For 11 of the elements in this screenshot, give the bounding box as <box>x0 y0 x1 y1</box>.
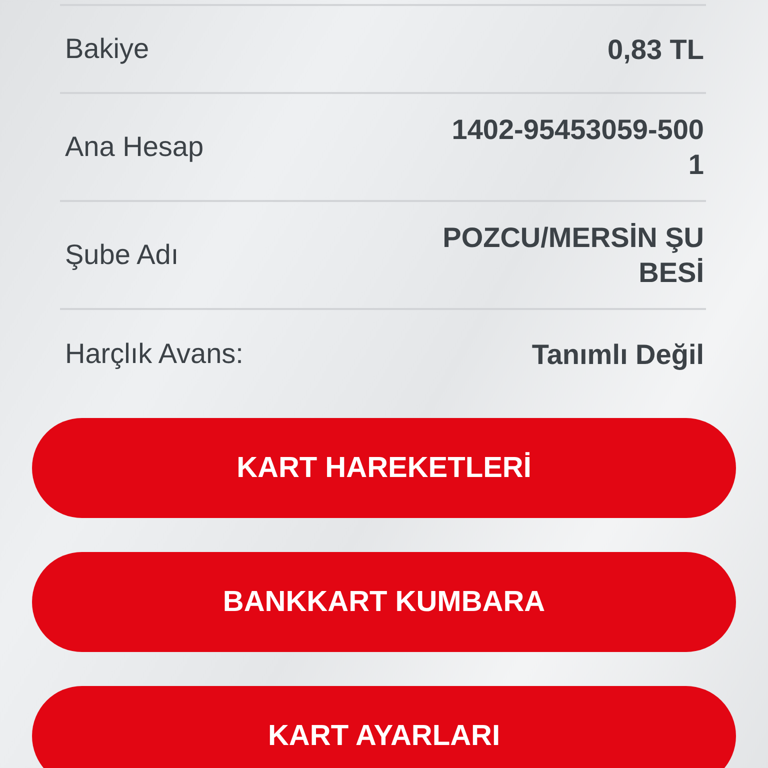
detail-label: Şube Adı <box>65 239 179 271</box>
detail-label: Ana Hesap <box>65 131 204 163</box>
detail-value: Tanımlı Değil <box>532 338 704 372</box>
action-button[interactable]: KART AYARLARI <box>32 686 736 768</box>
action-button[interactable]: BANKKART KUMBARA <box>32 552 736 652</box>
detail-label: Harçlık Avans: <box>65 338 244 370</box>
detail-label: Bakiye <box>65 33 150 65</box>
detail-value: POZCU/MERSİN ŞUBESİ <box>442 221 704 290</box>
detail-value: 1402-95453059-5001 <box>450 113 704 182</box>
detail-value: 0,83 TL <box>608 32 704 66</box>
action-button[interactable]: KART HAREKETLERİ <box>32 418 736 518</box>
